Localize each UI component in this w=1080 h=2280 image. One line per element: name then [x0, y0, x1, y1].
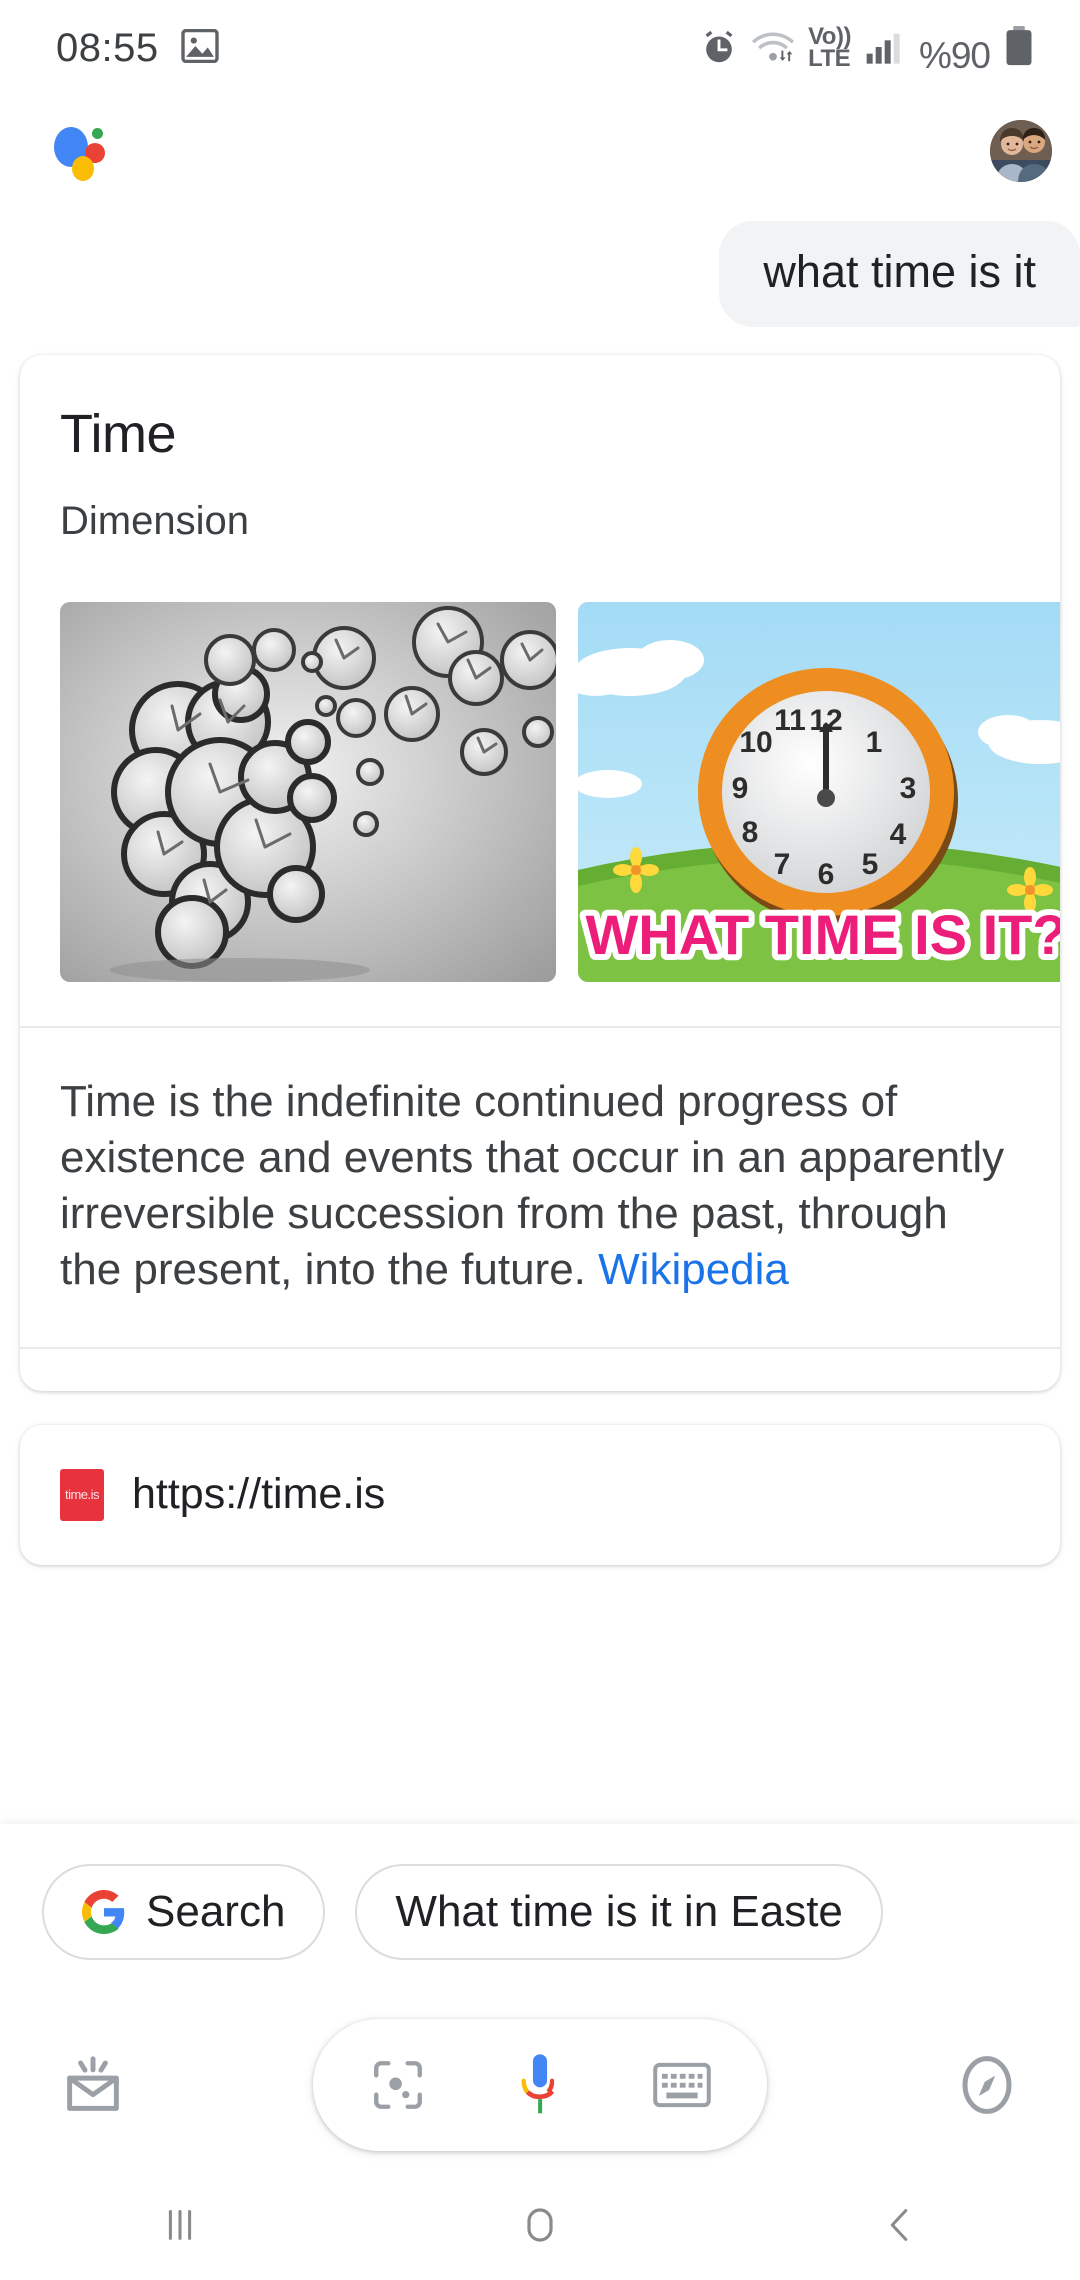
home-icon[interactable]: [470, 2170, 610, 2280]
svg-text:10: 10: [739, 726, 772, 759]
clocks-head-image[interactable]: [60, 601, 556, 982]
gallery-icon: [180, 28, 219, 68]
google-assistant-logo[interactable]: [54, 123, 116, 181]
svg-text:7: 7: [774, 848, 791, 881]
card-title: Time: [60, 403, 177, 464]
updates-inbox-icon[interactable]: [60, 2052, 126, 2118]
status-bar: 08:55 Vo)) LTE %90: [0, 0, 1080, 96]
svg-text:6: 6: [818, 858, 835, 891]
card-description-text: Time is the indefinite continued progres…: [60, 1076, 1005, 1295]
chip-eastern-time-label: What time is it in Easte: [395, 1887, 843, 1936]
card-description-section: Time is the indefinite continued progres…: [20, 1028, 1060, 1299]
what-time-is-it-image[interactable]: 12 1 3 4 5 6 7 8 9 10 11 WHAT TIME IS IT…: [578, 601, 1060, 982]
svg-text:1: 1: [866, 726, 883, 759]
user-message-row: what time is it: [0, 206, 1080, 327]
signal-icon: [865, 28, 905, 71]
battery-percent: %90: [918, 34, 991, 76]
user-message-text: what time is it: [763, 246, 1036, 297]
wikipedia-link[interactable]: Wikipedia: [598, 1245, 789, 1294]
volte-label-bottom: LTE: [808, 45, 851, 73]
assistant-header: [0, 96, 1080, 206]
status-bar-right: Vo)) LTE %90: [700, 25, 1034, 76]
user-message-bubble: what time is it: [719, 221, 1080, 327]
keyboard-icon[interactable]: [649, 2052, 715, 2118]
svg-text:5: 5: [862, 848, 879, 881]
action-bar: [0, 2000, 1080, 2170]
assistant-input-pill: [313, 2019, 767, 2151]
google-g-icon: [82, 1890, 126, 1934]
url-row[interactable]: time.is https://time.is: [20, 1468, 1060, 1521]
svg-text:11: 11: [774, 704, 806, 737]
svg-text:9: 9: [732, 772, 749, 805]
svg-text:3: 3: [900, 772, 917, 805]
google-mic-icon[interactable]: [507, 2052, 573, 2118]
chip-eastern-time[interactable]: What time is it in Easte: [355, 1864, 883, 1960]
avatar[interactable]: [990, 120, 1052, 182]
volte-icon: Vo)) LTE: [808, 25, 851, 73]
suggestion-chips[interactable]: Search What time is it in Easte: [0, 1824, 1080, 2000]
explore-compass-icon[interactable]: [954, 2052, 1020, 2118]
svg-text:WHAT TIME IS IT?: WHAT TIME IS IT?: [585, 903, 1060, 966]
chip-search[interactable]: Search: [42, 1864, 326, 1960]
android-nav-bar: [0, 2170, 1080, 2280]
svg-text:8: 8: [742, 816, 759, 849]
wifi-icon: [752, 28, 795, 71]
image-strip[interactable]: 12 1 3 4 5 6 7 8 9 10 11 WHAT TIME IS IT…: [20, 544, 1060, 1026]
url-card[interactable]: time.is https://time.is: [20, 1424, 1060, 1565]
knowledge-card[interactable]: Time Dimension 12 1 3 4 5 6 7 8 9 10 11 …: [20, 354, 1060, 1391]
bottom-sheet: Search What time is it in Easte: [0, 1824, 1080, 2280]
battery-icon: [1004, 25, 1034, 71]
back-icon[interactable]: [830, 2170, 970, 2280]
svg-text:4: 4: [890, 818, 907, 851]
lens-icon[interactable]: [365, 2052, 431, 2118]
url-text[interactable]: https://time.is: [132, 1470, 385, 1519]
card-subtitle: Dimension: [60, 498, 249, 543]
recents-icon[interactable]: [110, 2170, 250, 2280]
chip-search-label: Search: [146, 1887, 286, 1936]
favicon-glyph: time.is: [64, 1487, 100, 1503]
status-clock: 08:55: [56, 25, 159, 70]
card-description: Time is the indefinite continued progres…: [60, 1074, 1020, 1299]
alarm-icon: [700, 28, 738, 71]
time-is-favicon: time.is: [60, 1468, 104, 1521]
status-bar-left: 08:55: [56, 26, 219, 71]
